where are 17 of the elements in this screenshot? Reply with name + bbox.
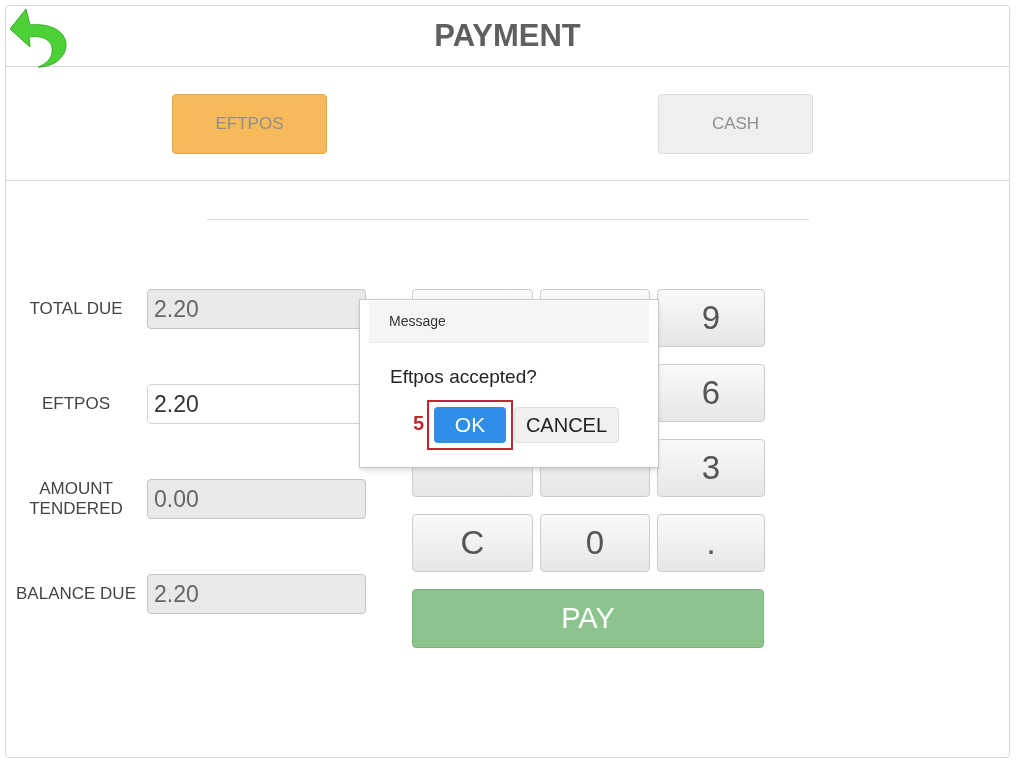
dialog-message: Eftpos accepted? xyxy=(390,365,538,389)
dialog-title: Message xyxy=(369,301,649,343)
field-label: BALANCE DUE xyxy=(15,584,137,604)
cancel-button[interactable]: CANCEL xyxy=(514,406,619,443)
page-title: PAYMENT xyxy=(434,16,581,55)
keypad-key[interactable]: 9 xyxy=(657,289,765,347)
field-label: TOTAL DUE xyxy=(28,299,124,319)
back-arrow-icon[interactable] xyxy=(8,7,68,69)
ok-button[interactable]: OK xyxy=(434,406,506,443)
step-number: 5 xyxy=(413,410,425,435)
keypad-key[interactable]: . xyxy=(657,514,765,572)
field-label: EFTPOS xyxy=(41,394,111,414)
keypad-key[interactable]: 0 xyxy=(540,514,650,572)
keypad-key[interactable]: 3 xyxy=(657,439,765,497)
field-label: AMOUNT TENDERED xyxy=(28,479,124,519)
keypad-key[interactable]: C xyxy=(412,514,533,572)
keypad-key[interactable]: 6 xyxy=(657,364,765,422)
